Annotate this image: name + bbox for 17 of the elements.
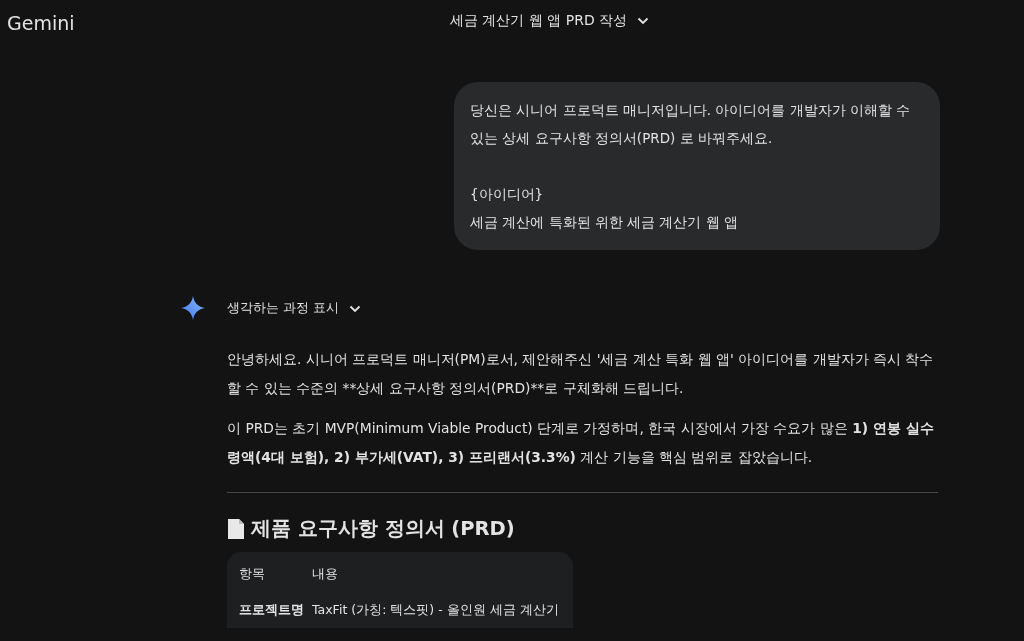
message-text: {아이디어} [470, 185, 545, 204]
section-heading: 제품 요구사항 정의서 (PRD) [251, 516, 515, 542]
chevron-icon [348, 304, 361, 313]
document-icon [227, 517, 245, 540]
sparkle-icon [181, 296, 205, 320]
chat-title-button[interactable]: 세금 계산기 웹 앱 PRD 작성 [450, 10, 650, 32]
column-header: 항목 [238, 565, 266, 583]
show-thinking-toggle[interactable]: 생각하는 과정 표시 [227, 296, 361, 321]
message-text: 세금 계산에 특화된 위한 세금 계산기 웹 앱 [470, 213, 740, 232]
brand-logo[interactable]: Gemini [7, 11, 75, 34]
message-text: 당신은 시니어 프로덕트 매니저입니다. 아이디어를 개발자가 이해할 수 있는 상세 요구사항 정의서(PRD) 로 바꿔주세요. [470, 101, 912, 148]
response-paragraph: 안녕하세요. 시니어 프로덕트 매니저(PM)로서, 제안해주신 '세금 계산 특화 웹 앱' 아이디어를 개발자가 즉시 착수할 수 있는 수준의 **상세 요구사항 정의서(PRD)**로 구체화해 드립니다. [227, 350, 935, 398]
table-cell-text: 프로젝트명 [238, 601, 305, 619]
column-header: 내용 [312, 565, 339, 583]
chevron-down-icon [637, 17, 650, 25]
table-cell-text: TaxFit (가칭: 텍스핏) - 올인원 세금 계산기 [312, 601, 560, 619]
response-paragraph: 이 PRD는 초기 MVP(Minimum Viable Product) 단계로 가정하며, 한국 시장에서 가장 수요가 많은 1) 연봉 실수령액(4대 보험), 2) 부가세(VAT), 3) 프리랜서(3.3%) 계산 기능을 핵심 범위로 잡았습니다. [227, 419, 935, 467]
